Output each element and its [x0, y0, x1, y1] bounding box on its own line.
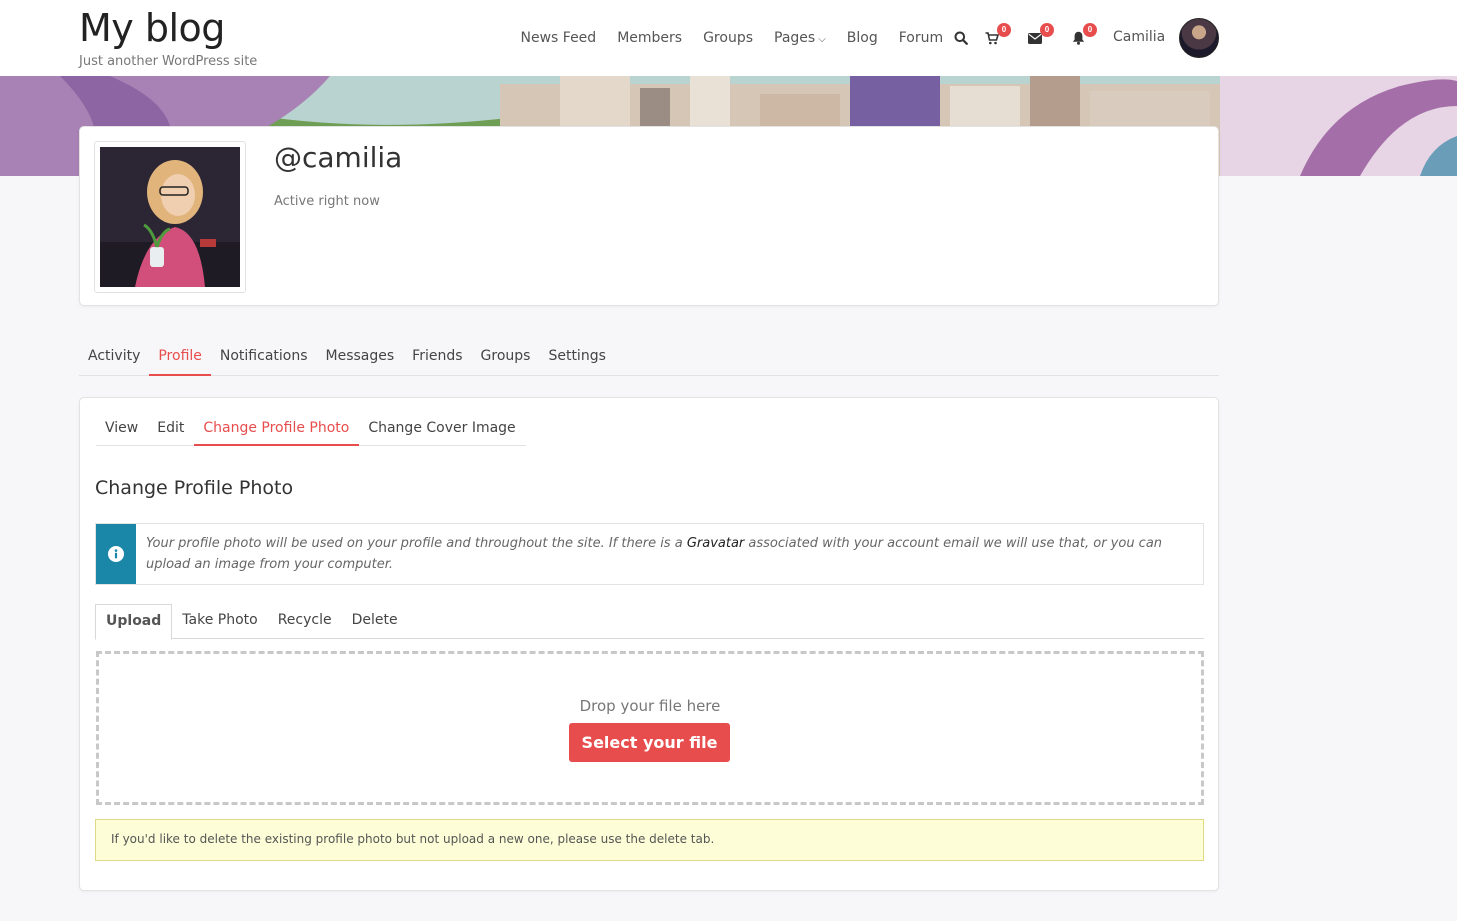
nav-forum[interactable]: Forum	[899, 30, 943, 46]
tab-upload[interactable]: Upload	[95, 604, 173, 640]
content-card: View Edit Change Profile Photo Change Co…	[79, 397, 1219, 891]
site-header: My blog Just another WordPress site News…	[0, 0, 1457, 76]
tab-groups[interactable]: Groups	[472, 338, 540, 376]
tab-activity[interactable]: Activity	[79, 338, 149, 376]
profile-sub-tabs: View Edit Change Profile Photo Change Co…	[96, 412, 526, 446]
profile-nav-tabs: Activity Profile Notifications Messages …	[79, 338, 1219, 376]
cart-button[interactable]: 0	[982, 23, 1011, 48]
info-icon-bar	[96, 524, 136, 584]
profile-header-card: @camilia Active right now	[79, 126, 1219, 306]
nav-pages[interactable]: Pages ⌵	[774, 30, 826, 46]
tab-profile[interactable]: Profile	[149, 338, 211, 376]
cart-count-badge: 0	[997, 23, 1011, 37]
nav-groups[interactable]: Groups	[703, 30, 753, 46]
info-message: Your profile photo will be used on your …	[95, 523, 1204, 585]
info-text: Your profile photo will be used on your …	[136, 524, 1203, 584]
drop-zone-text: Drop your file here	[579, 697, 721, 715]
tab-friends[interactable]: Friends	[403, 338, 471, 376]
subtab-edit[interactable]: Edit	[148, 412, 194, 446]
tab-take-photo[interactable]: Take Photo	[172, 604, 267, 639]
nav-news-feed[interactable]: News Feed	[521, 30, 597, 46]
site-title[interactable]: My blog	[79, 6, 225, 50]
main-nav: News Feed Members Groups Pages ⌵ Blog For…	[510, 0, 954, 76]
user-name[interactable]: Camilia	[1113, 29, 1165, 45]
tab-notifications[interactable]: Notifications	[211, 338, 317, 376]
subtab-change-cover-image[interactable]: Change Cover Image	[359, 412, 525, 446]
activity-status: Active right now	[274, 194, 380, 209]
tab-messages[interactable]: Messages	[317, 338, 404, 376]
tab-delete[interactable]: Delete	[342, 604, 408, 639]
delete-notice: If you'd like to delete the existing pro…	[95, 819, 1204, 861]
info-text-before: Your profile photo will be used on your …	[146, 536, 687, 551]
notifications-button[interactable]: 0	[1068, 23, 1097, 48]
page-title: Change Profile Photo	[95, 477, 294, 499]
info-icon	[108, 546, 124, 562]
notifications-count-badge: 0	[1083, 23, 1097, 37]
tab-recycle[interactable]: Recycle	[268, 604, 342, 639]
avatar[interactable]	[1179, 18, 1219, 58]
profile-photo[interactable]	[100, 147, 240, 287]
gravatar-link[interactable]: Gravatar	[687, 536, 744, 551]
site-tagline: Just another WordPress site	[79, 54, 258, 69]
tab-settings[interactable]: Settings	[539, 338, 614, 376]
search-icon[interactable]	[951, 28, 971, 48]
subtab-change-profile-photo[interactable]: Change Profile Photo	[194, 412, 360, 446]
messages-button[interactable]: 0	[1025, 23, 1054, 48]
cart-icon	[985, 31, 999, 44]
envelope-icon	[1028, 32, 1042, 44]
avatar-upload-tabs: Upload Take Photo Recycle Delete	[95, 604, 1204, 640]
chevron-down-icon: ⌵	[818, 34, 826, 45]
select-file-button[interactable]: Select your file	[569, 723, 730, 762]
nav-pages-label: Pages	[774, 30, 816, 46]
nav-blog[interactable]: Blog	[847, 30, 878, 46]
bell-icon	[1072, 31, 1084, 45]
profile-username: @camilia	[274, 141, 403, 174]
file-drop-zone[interactable]: Drop your file here Select your file	[96, 651, 1204, 805]
profile-photo-illustration	[100, 147, 240, 287]
messages-count-badge: 0	[1040, 23, 1054, 37]
profile-photo-frame	[94, 141, 246, 293]
subtab-view[interactable]: View	[96, 412, 148, 446]
nav-members[interactable]: Members	[617, 30, 682, 46]
